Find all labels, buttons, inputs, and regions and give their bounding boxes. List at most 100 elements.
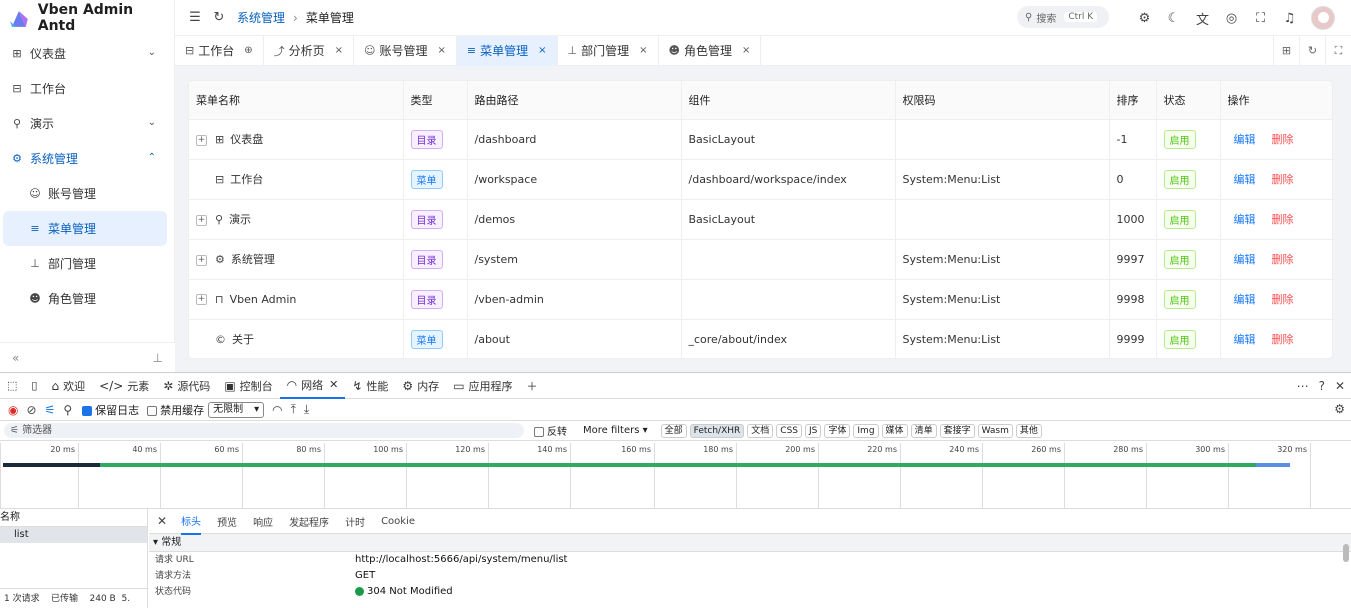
- refresh-icon[interactable]: ↻: [1299, 36, 1325, 66]
- devtools-tab-console[interactable]: ▣ 控制台: [217, 373, 279, 399]
- more-filters-button[interactable]: More filters ▾: [583, 425, 648, 436]
- request-row-list[interactable]: list: [0, 527, 147, 543]
- record-icon[interactable]: ◉: [8, 403, 18, 417]
- throttle-select[interactable]: 无限制 ▾: [208, 401, 265, 418]
- import-icon[interactable]: ⤒: [291, 402, 296, 417]
- fullscreen-icon[interactable]: ⛶: [1246, 11, 1275, 26]
- delete-button[interactable]: 删除: [1272, 133, 1294, 146]
- breadcrumb-system[interactable]: 系统管理: [237, 9, 285, 26]
- pin-icon[interactable]: ⊥: [153, 351, 163, 365]
- delete-button[interactable]: 删除: [1272, 333, 1294, 346]
- grid-icon[interactable]: ⊞: [1273, 36, 1299, 66]
- sidebar-item-dashboard[interactable]: ⊞ 仪表盘 ⌄: [0, 36, 174, 71]
- sidebar-item-departments[interactable]: ⊥ 部门管理: [0, 246, 174, 281]
- dark-mode-icon[interactable]: ☾: [1159, 11, 1188, 26]
- filter-chip-doc[interactable]: 文档: [747, 423, 774, 438]
- app-logo[interactable]: Vben Admin Antd: [0, 0, 174, 36]
- name-column-header[interactable]: 名称: [0, 509, 147, 527]
- sidebar-item-roles[interactable]: ☻ 角色管理: [0, 281, 174, 316]
- edit-button[interactable]: 编辑: [1234, 213, 1256, 226]
- detail-tab-headers[interactable]: 标头: [181, 508, 202, 535]
- translate-icon[interactable]: 文: [1188, 9, 1217, 28]
- inspect-icon[interactable]: ⬚: [0, 373, 24, 399]
- sidebar-item-accounts[interactable]: ☺ 账号管理: [0, 176, 174, 211]
- tab-accounts[interactable]: ☺ 账号管理 ×: [354, 35, 457, 66]
- detail-tab-preview[interactable]: 预览: [217, 514, 237, 529]
- delete-button[interactable]: 删除: [1272, 293, 1294, 306]
- filter-toggle-icon[interactable]: ⚟: [45, 403, 56, 417]
- close-icon[interactable]: ✕: [329, 378, 338, 391]
- device-toggle-icon[interactable]: ▯: [24, 373, 44, 399]
- collapse-sidebar-icon[interactable]: «: [12, 351, 19, 365]
- edit-button[interactable]: 编辑: [1234, 293, 1256, 306]
- filter-chip-other[interactable]: 其他: [1015, 423, 1042, 438]
- close-icon[interactable]: ×: [335, 45, 343, 56]
- settings-icon[interactable]: ⚙: [1334, 402, 1345, 416]
- devtools-tab-application[interactable]: ▭ 应用程序: [446, 373, 519, 399]
- edit-button[interactable]: 编辑: [1234, 133, 1256, 146]
- tab-menus[interactable]: ≡ 菜单管理 ×: [456, 35, 558, 66]
- pin-icon[interactable]: ⊕: [244, 45, 252, 56]
- edit-button[interactable]: 编辑: [1234, 173, 1256, 186]
- close-icon[interactable]: ×: [438, 45, 446, 56]
- export-icon[interactable]: ⤓: [304, 402, 309, 417]
- expand-icon[interactable]: +: [196, 254, 207, 266]
- filter-chip-font[interactable]: 字体: [824, 423, 851, 438]
- help-icon[interactable]: ?: [1319, 379, 1325, 393]
- maximize-icon[interactable]: ⛶: [1325, 36, 1351, 66]
- sidebar-item-menus[interactable]: ≡ 菜单管理: [3, 211, 167, 246]
- edit-button[interactable]: 编辑: [1234, 333, 1256, 346]
- tab-roles[interactable]: ☻ 角色管理 ×: [659, 35, 762, 66]
- invert-checkbox[interactable]: 反转: [534, 423, 567, 438]
- expand-icon[interactable]: +: [196, 134, 207, 146]
- disable-cache-checkbox[interactable]: 禁用缓存: [147, 402, 204, 418]
- search-icon[interactable]: ⚲: [63, 403, 72, 417]
- sidebar-item-workspace[interactable]: ⊟ 工作台: [0, 71, 174, 106]
- close-icon[interactable]: ×: [538, 45, 546, 56]
- tab-workspace[interactable]: ⊟ 工作台 ⊕: [175, 35, 264, 66]
- expand-icon[interactable]: +: [196, 214, 207, 226]
- settings-icon[interactable]: ⚙: [1130, 11, 1159, 26]
- devtools-tab-performance[interactable]: ↯ 性能: [345, 373, 395, 399]
- clear-icon[interactable]: ⊘: [26, 403, 36, 417]
- close-icon[interactable]: ✕: [157, 514, 167, 528]
- more-icon[interactable]: ⋯: [1297, 379, 1309, 393]
- network-timeline[interactable]: 20 ms 40 ms 60 ms 80 ms 100 ms 120 ms 14…: [0, 443, 1351, 509]
- delete-button[interactable]: 删除: [1272, 173, 1294, 186]
- filter-input[interactable]: ⚟ 筛选器: [4, 423, 524, 438]
- filter-chip-media[interactable]: 媒体: [881, 423, 908, 438]
- filter-chip-js[interactable]: JS: [805, 423, 822, 438]
- filter-chip-socket[interactable]: 套接字: [939, 423, 975, 438]
- general-section-header[interactable]: ▾ 常规: [149, 534, 1351, 552]
- sidebar-item-system[interactable]: ⚙ 系统管理 ⌃: [0, 141, 174, 176]
- filter-chip-fetch-xhr[interactable]: Fetch/XHR: [689, 423, 745, 438]
- filter-chip-img[interactable]: Img: [853, 423, 879, 438]
- scrollbar[interactable]: [1343, 544, 1349, 562]
- toggle-menu-icon[interactable]: ☰: [183, 10, 207, 25]
- delete-button[interactable]: 删除: [1272, 213, 1294, 226]
- filter-chip-all[interactable]: 全部: [660, 423, 687, 438]
- tab-departments[interactable]: ⊥ 部门管理 ×: [558, 35, 659, 66]
- refresh-icon[interactable]: ↻: [207, 10, 231, 25]
- devtools-tab-memory[interactable]: ⚙ 内存: [395, 373, 446, 399]
- detail-tab-timing[interactable]: 计时: [345, 514, 365, 529]
- preserve-log-checkbox[interactable]: 保留日志: [82, 402, 139, 418]
- delete-button[interactable]: 删除: [1272, 253, 1294, 266]
- filter-chip-css[interactable]: CSS: [776, 423, 803, 438]
- detail-tab-response[interactable]: 响应: [253, 514, 273, 529]
- theme-icon[interactable]: ◎: [1217, 11, 1246, 26]
- sidebar-item-demos[interactable]: ⚲ 演示 ⌄: [0, 106, 174, 141]
- network-conditions-icon[interactable]: ◠: [272, 403, 282, 417]
- devtools-tab-network[interactable]: ◠ 网络 ✕: [279, 373, 346, 399]
- close-icon[interactable]: ×: [742, 45, 750, 56]
- detail-tab-cookie[interactable]: Cookie: [381, 516, 415, 527]
- add-tab-icon[interactable]: ＋: [520, 373, 545, 399]
- close-icon[interactable]: ×: [639, 45, 647, 56]
- tab-analytics[interactable]: ⤴ 分析页 ×: [264, 35, 355, 66]
- devtools-tab-sources[interactable]: ✲ 源代码: [156, 373, 217, 399]
- close-icon[interactable]: ✕: [1335, 379, 1345, 393]
- bell-icon[interactable]: ♫: [1275, 11, 1304, 26]
- search-button[interactable]: ⚲ 搜索 Ctrl K: [1017, 6, 1109, 28]
- devtools-tab-welcome[interactable]: ⌂ 欢迎: [44, 373, 92, 399]
- avatar[interactable]: [1311, 6, 1335, 30]
